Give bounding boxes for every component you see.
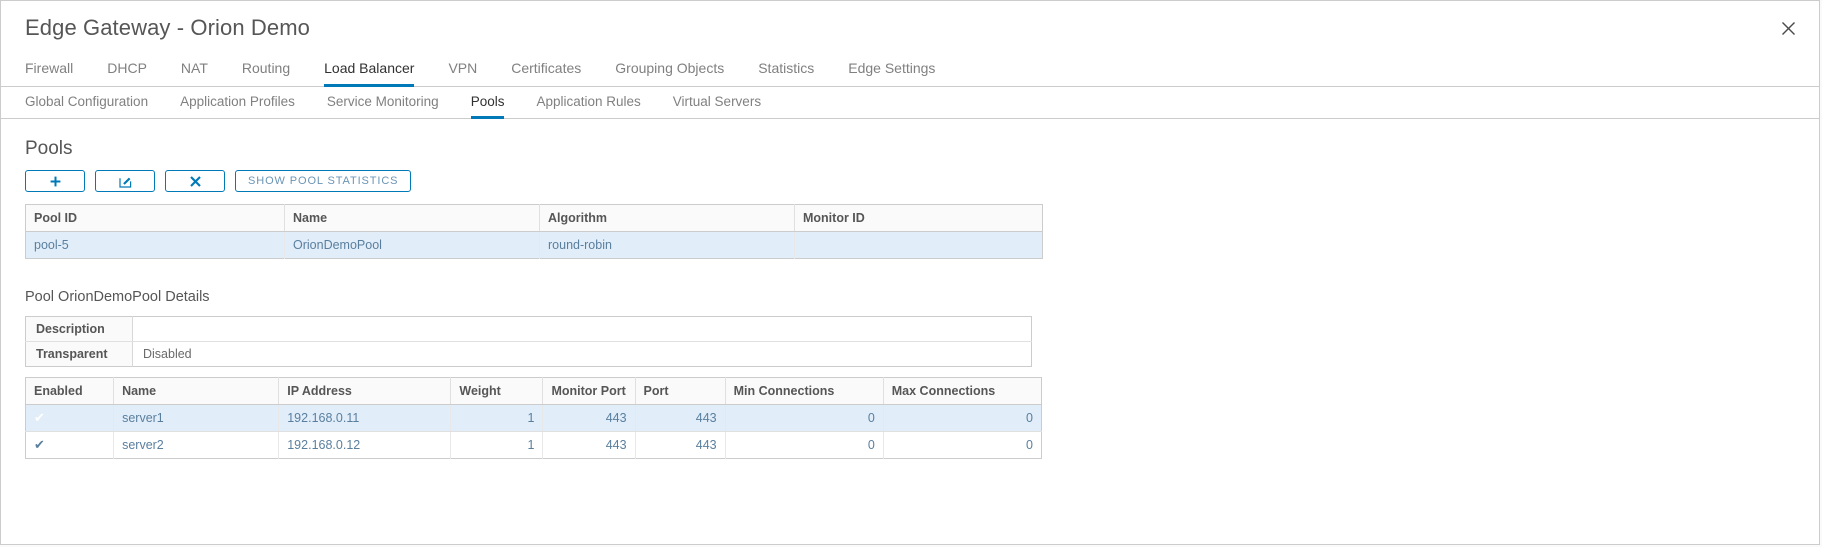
tab-vpn[interactable]: VPN (448, 60, 477, 87)
cell-min-connections[interactable]: 0 (725, 431, 884, 459)
cell-enabled[interactable]: ✔ (25, 431, 115, 459)
cell-member-name[interactable]: server1 (113, 404, 280, 432)
cell-pool-id[interactable]: pool-5 (25, 231, 285, 259)
column-header-port[interactable]: Port (635, 377, 726, 405)
tab-grouping-objects[interactable]: Grouping Objects (615, 60, 724, 87)
edit-pool-button[interactable] (95, 170, 155, 192)
tab-certificates[interactable]: Certificates (511, 60, 581, 87)
tab-dhcp[interactable]: DHCP (107, 60, 147, 87)
column-header-monitor-id[interactable]: Monitor ID (794, 204, 1043, 232)
tab-edge-settings[interactable]: Edge Settings (848, 60, 935, 87)
column-header-max-connections[interactable]: Max Connections (883, 377, 1042, 405)
property-row-transparent: Transparent Disabled (25, 341, 1032, 367)
column-header-ip-address[interactable]: IP Address (278, 377, 452, 405)
cell-max-connections[interactable]: 0 (883, 404, 1042, 432)
cell-algorithm[interactable]: round-robin (539, 231, 795, 259)
column-header-enabled[interactable]: Enabled (25, 377, 115, 405)
property-value-transparent: Disabled (132, 341, 1032, 367)
cell-monitor-port[interactable]: 443 (542, 431, 636, 459)
members-table-header-row: Enabled Name IP Address Weight Monitor P… (25, 377, 1042, 405)
subtab-pools[interactable]: Pools (470, 94, 505, 119)
page-title: Edge Gateway - Orion Demo (25, 15, 310, 40)
column-header-name[interactable]: Name (284, 204, 540, 232)
column-header-pool-id[interactable]: Pool ID (25, 204, 285, 232)
cell-port[interactable]: 443 (635, 404, 726, 432)
tab-routing[interactable]: Routing (242, 60, 290, 87)
close-x-icon (189, 175, 201, 187)
cell-name[interactable]: OrionDemoPool (284, 231, 540, 259)
checkmark-icon: ✔ (34, 410, 45, 425)
column-header-algorithm[interactable]: Algorithm (539, 204, 795, 232)
column-header-weight[interactable]: Weight (450, 377, 544, 405)
cell-ip-address[interactable]: 192.168.0.12 (278, 431, 452, 459)
pools-table: Pool ID Name Algorithm Monitor ID pool-5… (25, 204, 1043, 259)
pool-details-heading: Pool OrionDemoPool Details (25, 289, 210, 305)
table-row[interactable]: pool-5 OrionDemoPool round-robin (25, 231, 1043, 259)
tab-statistics[interactable]: Statistics (758, 60, 814, 87)
cell-max-connections[interactable]: 0 (883, 432, 1041, 459)
plus-icon (50, 176, 61, 187)
table-row[interactable]: ✔ server2 192.168.0.12 1 443 443 0 0 (25, 431, 1042, 459)
subtab-virtual-servers[interactable]: Virtual Servers (673, 94, 761, 119)
cell-ip-address[interactable]: 192.168.0.11 (278, 404, 452, 432)
column-header-min-connections[interactable]: Min Connections (725, 377, 884, 405)
pools-table-header-row: Pool ID Name Algorithm Monitor ID (25, 204, 1043, 232)
title-bar: Edge Gateway - Orion Demo (1, 1, 1819, 55)
property-value-description (132, 316, 1032, 342)
pool-members-table: Enabled Name IP Address Weight Monitor P… (25, 377, 1042, 459)
show-pool-statistics-button[interactable]: SHOW POOL STATISTICS (235, 170, 412, 192)
cell-member-name[interactable]: server2 (113, 431, 280, 459)
cell-weight[interactable]: 1 (450, 431, 544, 459)
cell-monitor-id[interactable] (794, 231, 1043, 259)
cell-enabled[interactable]: ✔ (25, 404, 115, 432)
tab-firewall[interactable]: Firewall (25, 60, 73, 87)
delete-pool-button[interactable] (165, 170, 225, 192)
column-header-member-name[interactable]: Name (113, 377, 280, 405)
property-row-description: Description (25, 316, 1032, 342)
edit-pencil-icon (118, 175, 132, 188)
content-area: Pools SHOW POOL STATISTICS Pool ID Name … (1, 138, 1819, 459)
subtab-application-rules[interactable]: Application Rules (536, 94, 640, 119)
table-row[interactable]: ✔ server1 192.168.0.11 1 443 443 0 0 (25, 404, 1042, 432)
cell-weight[interactable]: 1 (450, 404, 544, 432)
cell-monitor-port[interactable]: 443 (542, 404, 636, 432)
subtab-global-configuration[interactable]: Global Configuration (25, 94, 148, 119)
checkmark-icon: ✔ (34, 437, 45, 452)
tab-load-balancer[interactable]: Load Balancer (324, 60, 415, 87)
secondary-tabbar: Global Configuration Application Profile… (1, 87, 1819, 119)
column-header-monitor-port[interactable]: Monitor Port (542, 377, 636, 405)
close-icon[interactable] (1773, 13, 1803, 43)
subtab-service-monitoring[interactable]: Service Monitoring (327, 94, 439, 119)
tab-nat[interactable]: NAT (181, 60, 208, 87)
pool-properties-table: Description Transparent Disabled (25, 316, 1032, 367)
edge-gateway-window: Edge Gateway - Orion Demo Firewall DHCP … (0, 0, 1820, 545)
pools-toolbar: SHOW POOL STATISTICS (25, 170, 1795, 192)
property-label-description: Description (25, 316, 133, 342)
cell-port[interactable]: 443 (635, 431, 726, 459)
property-label-transparent: Transparent (25, 341, 133, 367)
cell-min-connections[interactable]: 0 (725, 404, 884, 432)
add-pool-button[interactable] (25, 170, 85, 192)
subtab-application-profiles[interactable]: Application Profiles (180, 94, 295, 119)
pools-heading: Pools (25, 138, 73, 159)
primary-tabbar: Firewall DHCP NAT Routing Load Balancer … (1, 55, 1819, 87)
